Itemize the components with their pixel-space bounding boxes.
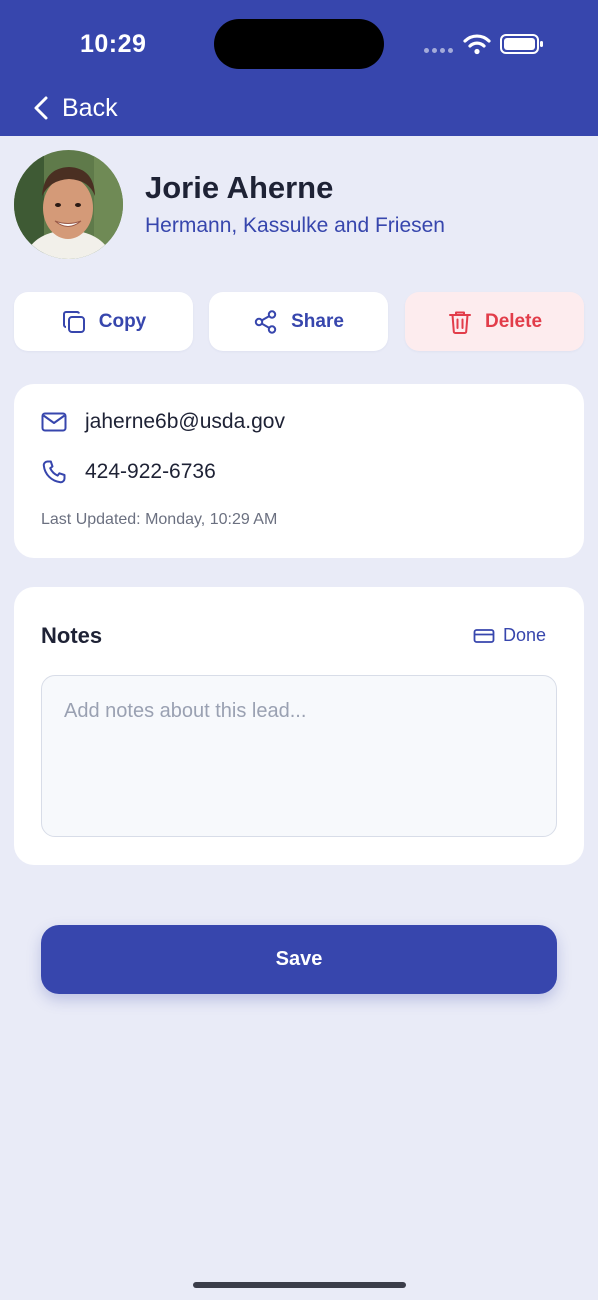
cellular-signal-icon (424, 48, 453, 53)
dynamic-island (214, 19, 384, 69)
copy-button[interactable]: Copy (14, 292, 193, 351)
email-text: jaherne6b@usda.gov (85, 410, 285, 433)
keyboard-icon (473, 628, 495, 643)
save-button[interactable]: Save (41, 925, 557, 994)
share-label: Share (291, 310, 344, 332)
mail-icon (41, 412, 67, 432)
notes-textarea[interactable] (41, 675, 557, 837)
last-updated-text: Last Updated: Monday, 10:29 AM (41, 511, 278, 528)
status-time: 10:29 (80, 30, 147, 58)
battery-icon (500, 34, 543, 54)
done-button[interactable]: Done (473, 625, 546, 646)
lead-name: Jorie Aherne (145, 170, 334, 205)
email-row[interactable]: jaherne6b@usda.gov (41, 410, 285, 434)
contact-card: jaherne6b@usda.gov 424-922-6736 Last Upd… (14, 384, 584, 558)
done-label: Done (502, 625, 546, 645)
back-label: Back (62, 93, 118, 122)
delete-button[interactable]: Delete (405, 292, 584, 351)
avatar (14, 150, 123, 259)
chevron-left-icon (34, 96, 48, 120)
header-bar: 10:29 Back (0, 0, 598, 136)
share-icon (254, 309, 277, 334)
home-indicator (193, 1282, 406, 1288)
copy-label: Copy (98, 310, 147, 332)
notes-card: Notes Done (14, 587, 584, 865)
phone-icon (42, 460, 66, 484)
wifi-icon (463, 34, 491, 55)
trash-icon (448, 311, 471, 334)
phone-text: 424-922-6736 (85, 460, 216, 483)
phone-row[interactable]: 424-922-6736 (41, 459, 216, 485)
notes-title: Notes (41, 623, 103, 648)
copy-icon (62, 310, 85, 333)
share-button[interactable]: Share (209, 292, 388, 351)
lead-company[interactable]: Hermann, Kassulke and Friesen (145, 214, 445, 238)
back-button[interactable]: Back (32, 90, 118, 126)
delete-label: Delete (484, 310, 543, 332)
